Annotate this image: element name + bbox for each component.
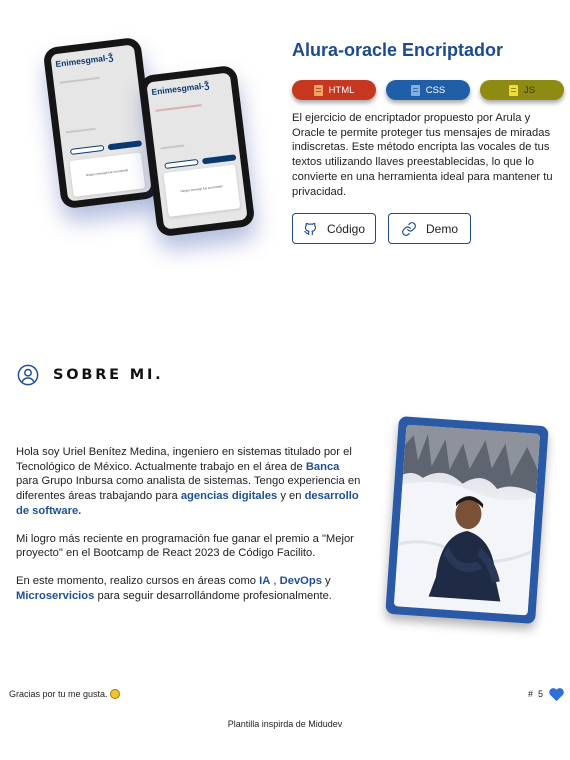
link-icon [402, 221, 416, 236]
tag-label: JS [523, 84, 536, 96]
user-circle-icon [17, 364, 39, 386]
highlight-ia: IA [259, 574, 271, 587]
code-button[interactable]: Código [292, 213, 376, 244]
tag-label: CSS [425, 84, 446, 96]
about-paragraph-2: Mi logro más reciente en programación fu… [16, 532, 354, 560]
profile-photo [393, 424, 541, 616]
highlight-microservicios: Microservicios [16, 589, 95, 602]
profile-photo-frame [385, 416, 549, 624]
preview-screen-text: Ningún mensaje fue encontrado [85, 168, 129, 178]
about-text: Hola soy Uriel Benítez Medina, ingeniero… [16, 445, 361, 616]
highlight-banca: Banca [305, 460, 340, 473]
tag-html: HTML [292, 80, 376, 100]
about-paragraph-1: Hola soy Uriel Benítez Medina, ingeniero… [16, 446, 361, 517]
project-title: Alura-oracle Encriptador [292, 40, 504, 60]
about-title: SOBRE MI. [53, 367, 164, 383]
like-prefix: # [527, 689, 533, 699]
like-counter: # 5 [528, 686, 565, 702]
about-header: SOBRE MI. [17, 364, 163, 386]
tablet-mockup-left: Enimesgmal-Ǯ Ningún mensaje fue encontra… [42, 36, 160, 210]
template-credit: Plantilla inspirda de Midudev [227, 719, 343, 729]
tag-css: CSS [386, 80, 470, 100]
css3-icon [410, 84, 420, 96]
github-icon [304, 222, 317, 235]
highlight-agencias: agencias digitales [180, 490, 278, 503]
preview-screen-text: Ningún mensaje fue encontrado [180, 184, 223, 194]
preview-app-logo: Enimesgmal-Ǯ [54, 52, 114, 70]
project-description: El ejercicio de encriptador propuesto po… [292, 112, 553, 198]
tag-label: HTML [328, 84, 355, 96]
tech-tags: HTML CSS JS [292, 80, 564, 100]
js-icon [508, 84, 518, 96]
html5-icon [313, 84, 323, 96]
thanks-text: Gracias por tu me gusta. [9, 689, 108, 699]
demo-button[interactable]: Demo [388, 213, 471, 244]
like-count: 5 [537, 689, 543, 699]
highlight-devops: DevOps [279, 574, 322, 587]
smile-emoji-icon [109, 689, 120, 699]
project-preview-image: Enimesgmal-Ǯ Ningún mensaje fue encontra… [40, 30, 270, 250]
demo-button-label: Demo [426, 221, 459, 236]
thanks-message: Gracias por tu me gusta. [9, 689, 120, 699]
about-paragraph-3: En este momento, realizo cursos en áreas… [16, 574, 332, 602]
heart-icon[interactable] [548, 686, 565, 702]
tag-js: JS [480, 80, 564, 100]
preview-app-logo: Enimesgmal-Ǯ [150, 80, 210, 98]
code-button-label: Código [326, 221, 365, 236]
tablet-mockup-right: Enimesgmal-Ǯ Ningún mensaje fue encontra… [138, 64, 256, 238]
